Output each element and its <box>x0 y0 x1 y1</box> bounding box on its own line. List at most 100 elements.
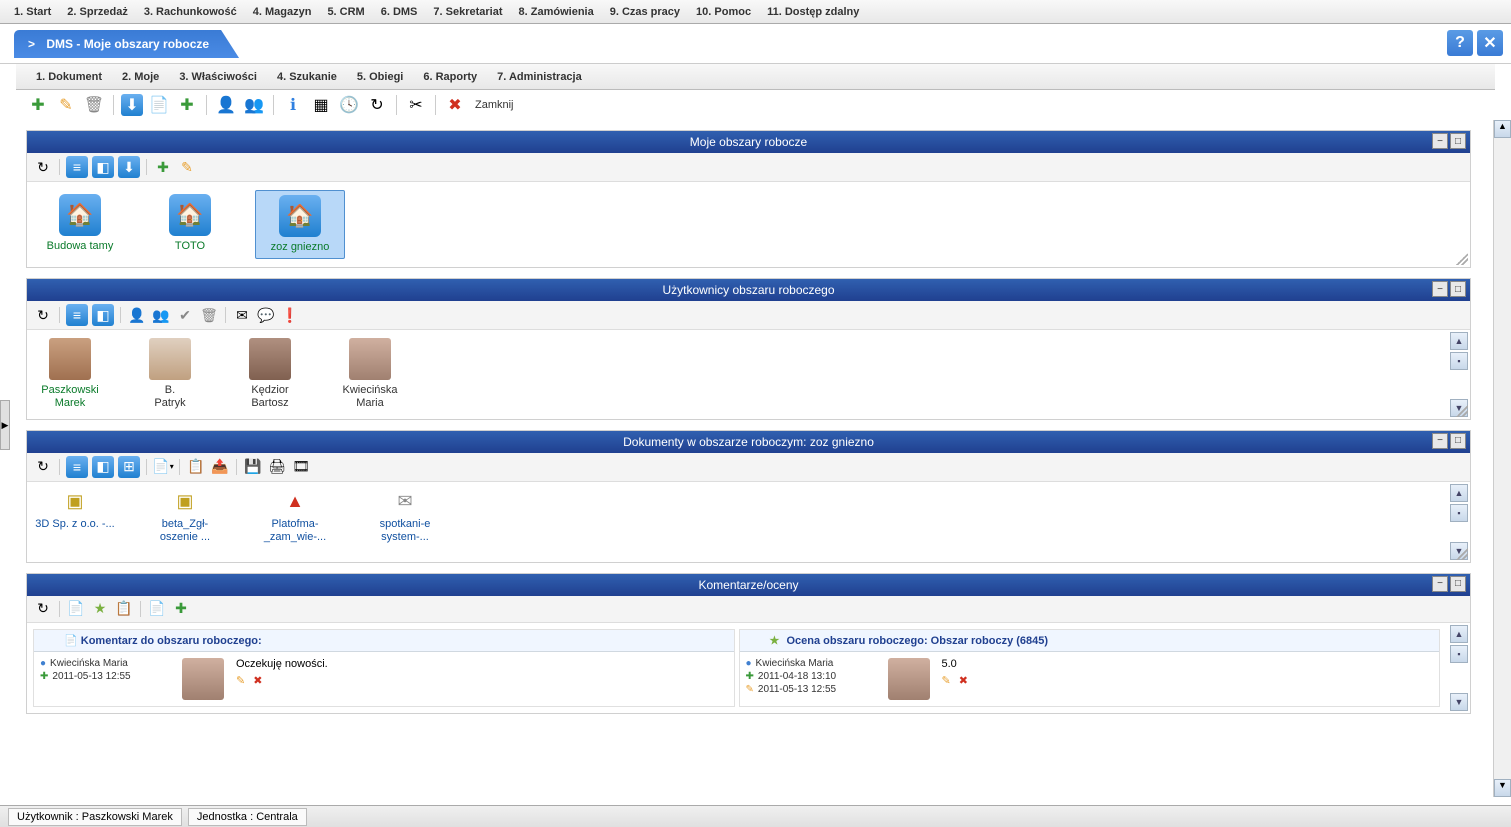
menu-pomoc[interactable]: 10. Pomoc <box>688 3 759 21</box>
tag-icon[interactable]: ◧ <box>92 156 114 178</box>
tree-icon[interactable]: ⊞ <box>118 456 140 478</box>
save-icon[interactable]: 💾 <box>243 457 263 477</box>
comment-icon[interactable]: 📄 <box>66 599 86 619</box>
submenu-wlasciwosci[interactable]: 3. Właściwości <box>169 68 267 86</box>
star-add-icon[interactable]: ✚ <box>175 93 199 117</box>
maximize-icon[interactable]: □ <box>1450 433 1466 449</box>
user-item[interactable]: KędziorBartosz <box>235 338 305 410</box>
help-button[interactable]: ? <box>1447 30 1473 56</box>
refresh-icon[interactable]: ↻ <box>33 457 53 477</box>
check-icon[interactable]: ✔ <box>175 305 195 325</box>
edit-icon[interactable]: ✎ <box>177 157 197 177</box>
submenu-szukanie[interactable]: 4. Szukanie <box>267 68 347 86</box>
menu-dostepzdalny[interactable]: 11. Dostęp zdalny <box>759 3 867 21</box>
maximize-icon[interactable]: □ <box>1450 576 1466 592</box>
close-icon[interactable]: ✖ <box>443 93 467 117</box>
tag-icon[interactable]: ◧ <box>92 304 114 326</box>
add-rating-icon[interactable]: ✚ <box>171 599 191 619</box>
edit-icon[interactable]: ✎ <box>54 93 78 117</box>
workspace-item-selected[interactable]: 🏠 zoz gniezno <box>255 190 345 259</box>
workspace-item[interactable]: 🏠 Budowa tamy <box>35 190 125 259</box>
minimize-icon[interactable]: − <box>1432 433 1448 449</box>
scroll-up-icon[interactable]: ▲ <box>1450 484 1468 502</box>
add-comment-icon[interactable]: 📄 <box>147 599 167 619</box>
refresh-icon[interactable]: ↻ <box>33 157 53 177</box>
list-icon[interactable]: ≡ <box>66 304 88 326</box>
left-expand-handle[interactable]: ▶ <box>0 400 10 450</box>
users-icon[interactable]: 👥 <box>151 305 171 325</box>
submenu-moje[interactable]: 2. Moje <box>112 68 169 86</box>
resize-handle[interactable] <box>1456 548 1468 560</box>
mail-icon[interactable]: ✉ <box>232 305 252 325</box>
submenu-administracja[interactable]: 7. Administracja <box>487 68 592 86</box>
delete-icon[interactable]: ✖ <box>253 674 262 687</box>
vertical-scrollbar[interactable]: ▲ ▪ ▼ <box>1450 625 1468 711</box>
scroll-up-icon[interactable]: ▲ <box>1450 625 1468 643</box>
film-icon[interactable]: 🎞 <box>291 457 311 477</box>
minimize-icon[interactable]: − <box>1432 281 1448 297</box>
download-icon[interactable]: ⬇ <box>121 94 143 116</box>
refresh-icon[interactable]: ↻ <box>33 305 53 325</box>
minimize-icon[interactable]: − <box>1432 133 1448 149</box>
menu-czaspracy[interactable]: 9. Czas pracy <box>602 3 688 21</box>
menu-start[interactable]: 1. Start <box>6 3 59 21</box>
copy-icon[interactable]: 📋 <box>114 599 134 619</box>
resize-handle[interactable] <box>1456 253 1468 265</box>
star-icon[interactable]: ★ <box>90 599 110 619</box>
grid-icon[interactable]: ▦ <box>309 93 333 117</box>
delete-icon[interactable]: ✖ <box>959 674 968 687</box>
add-icon[interactable]: ✚ <box>26 93 50 117</box>
user-item[interactable]: B.Patryk <box>135 338 205 410</box>
copy-icon[interactable]: 📋 <box>186 457 206 477</box>
refresh-icon[interactable]: ↻ <box>33 599 53 619</box>
document-new-icon[interactable]: 📄▾ <box>153 457 173 477</box>
tools-icon[interactable]: ✂ <box>404 93 428 117</box>
scroll-down-icon[interactable]: ▼ <box>1494 779 1511 797</box>
info-icon[interactable]: ℹ <box>281 93 305 117</box>
close-label[interactable]: Zamknij <box>471 99 518 111</box>
users-icon[interactable]: 👥 <box>242 93 266 117</box>
page-scrollbar[interactable]: ▲ ▼ <box>1493 120 1511 797</box>
document-item[interactable]: ✉ spotkani-e system-... <box>365 490 445 544</box>
document-item[interactable]: ▲ Platofma-_zam_wie-... <box>255 490 335 544</box>
menu-crm[interactable]: 5. CRM <box>319 3 372 21</box>
print-icon[interactable]: 🖨 <box>267 457 287 477</box>
alert-icon[interactable]: ❗ <box>280 305 300 325</box>
submenu-dokument[interactable]: 1. Dokument <box>26 68 112 86</box>
list-icon[interactable]: ≡ <box>66 456 88 478</box>
document-add-icon[interactable]: 📄 <box>147 93 171 117</box>
submenu-obiegi[interactable]: 5. Obiegi <box>347 68 413 86</box>
maximize-icon[interactable]: □ <box>1450 281 1466 297</box>
menu-zamowienia[interactable]: 8. Zamówienia <box>511 3 602 21</box>
menu-dms[interactable]: 6. DMS <box>373 3 426 21</box>
scroll-down-icon[interactable]: ▼ <box>1450 693 1468 711</box>
edit-icon[interactable]: ✎ <box>942 674 951 687</box>
user-icon[interactable]: 👤 <box>214 93 238 117</box>
refresh-icon[interactable]: ↻ <box>365 93 389 117</box>
edit-icon[interactable]: ✎ <box>236 674 245 687</box>
scroll-up-icon[interactable]: ▲ <box>1494 120 1511 138</box>
export-icon[interactable]: 📤 <box>210 457 230 477</box>
add-icon[interactable]: ✚ <box>153 157 173 177</box>
active-tab[interactable]: > DMS - Moje obszary robocze <box>14 30 239 58</box>
user-item[interactable]: KwiecińskaMaria <box>335 338 405 410</box>
delete-icon[interactable]: 🗑 <box>82 93 106 117</box>
menu-magazyn[interactable]: 4. Magazyn <box>245 3 320 21</box>
clock-icon[interactable]: 🕓 <box>337 93 361 117</box>
menu-sekretariat[interactable]: 7. Sekretariat <box>425 3 510 21</box>
user-item[interactable]: PaszkowskiMarek <box>35 338 105 410</box>
scroll-up-icon[interactable]: ▲ <box>1450 332 1468 350</box>
document-item[interactable]: ▣ beta_Zgł-oszenie ... <box>145 490 225 544</box>
chat-icon[interactable]: 💬 <box>256 305 276 325</box>
minimize-icon[interactable]: − <box>1432 576 1448 592</box>
menu-sprzedaz[interactable]: 2. Sprzedaż <box>59 3 136 21</box>
workspace-item[interactable]: 🏠 TOTO <box>145 190 235 259</box>
submenu-raporty[interactable]: 6. Raporty <box>413 68 487 86</box>
maximize-icon[interactable]: □ <box>1450 133 1466 149</box>
user-icon[interactable]: 👤 <box>127 305 147 325</box>
document-item[interactable]: ▣ 3D Sp. z o.o. -... <box>35 490 115 544</box>
scroll-thumb[interactable]: ▪ <box>1450 504 1468 522</box>
close-tab-button[interactable]: ✕ <box>1477 30 1503 56</box>
list-icon[interactable]: ≡ <box>66 156 88 178</box>
download-icon[interactable]: ⬇ <box>118 156 140 178</box>
